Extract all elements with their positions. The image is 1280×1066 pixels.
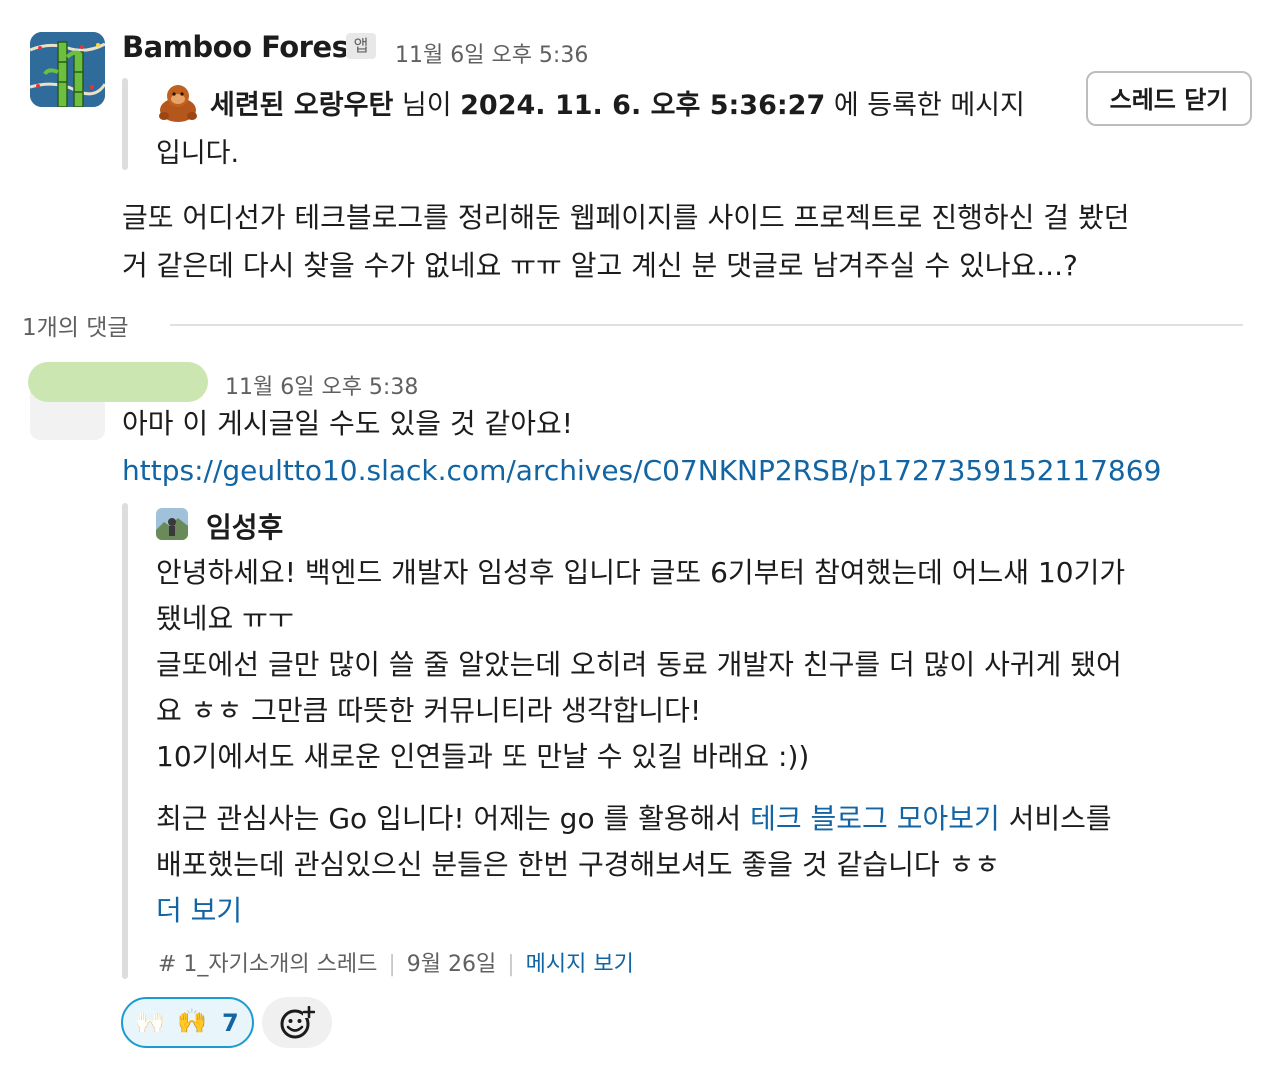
add-reaction-button[interactable] — [262, 997, 332, 1048]
quote-author[interactable]: 세련된 오랑우탄 — [210, 90, 393, 121]
unfurl-author[interactable]: 임성후 — [206, 506, 283, 546]
unfurl-line3: 글또에선 글만 많이 쓸 줄 알았는데 오히려 동료 개발자 친구를 더 많이 … — [156, 648, 1122, 681]
unfurl-line2: 됐네요 ㅠㅜ — [156, 602, 294, 635]
quote-line2: 입니다. — [156, 138, 240, 169]
unfurl-bar — [122, 503, 128, 979]
quote-bar — [122, 78, 128, 170]
bamboo-forest-avatar[interactable] — [30, 32, 105, 107]
redacted-name — [28, 362, 208, 402]
unfurl-line5: 10기에서도 새로운 인연들과 또 만날 수 있길 바래요 :)) — [156, 740, 810, 773]
unfurl-channel[interactable]: # 1_자기소개의 스레드 — [158, 952, 377, 977]
reaction-count: 7 — [222, 1009, 239, 1037]
reply-divider — [170, 324, 1243, 326]
quote-suffix: 에 등록한 메시지 — [825, 90, 1025, 121]
unfurl-line1: 안녕하세요! 백엔드 개발자 임성후 입니다 글또 6기부터 참여했는데 어느새… — [156, 556, 1126, 589]
reply-link[interactable]: https://geultto10.slack.com/archives/C07… — [122, 447, 1161, 495]
reaction-raised-hands[interactable]: 🙌🏻 🙌 7 — [121, 997, 254, 1048]
raised-hands-icon: 🙌 — [177, 1007, 207, 1035]
bamboo-logo-icon — [30, 32, 105, 107]
unfurl-line6-post: 서비스를 — [999, 802, 1112, 835]
show-more-link[interactable]: 더 보기 — [156, 887, 242, 935]
unfurl-line4: 요 ㅎㅎ 그만큼 따뜻한 커뮤니티라 생각합니다! — [156, 694, 702, 727]
tech-blog-link[interactable]: 테크 블로그 모아보기 — [750, 802, 1000, 835]
app-badge: 앱 — [346, 33, 376, 59]
orangutan-avatar-icon — [156, 80, 200, 124]
close-thread-button[interactable]: 스레드 닫기 — [1086, 71, 1252, 126]
meta-separator: | — [388, 952, 396, 977]
quote-date: 2024. 11. 6. 오후 5:36:27 — [460, 90, 826, 121]
message-timestamp[interactable]: 11월 6일 오후 5:36 — [395, 37, 588, 69]
reply-text: 아마 이 게시글일 수도 있을 것 같아요! — [122, 407, 574, 440]
unfurl-line6: 최근 관심사는 Go 입니다! 어제는 go 를 활용해서 테크 블로그 모아보… — [156, 795, 1112, 843]
reply-timestamp[interactable]: 11월 6일 오후 5:38 — [225, 369, 418, 401]
quote-middle: 님이 — [393, 90, 461, 121]
unfurl-date: 9월 26일 — [406, 952, 497, 977]
message-body-line1: 글또 어디선가 테크블로그를 정리해둔 웹페이지를 사이드 프로젝트로 진행하신… — [122, 201, 1130, 234]
unfurl-author-avatar[interactable] — [156, 508, 188, 540]
add-reaction-icon — [280, 1006, 315, 1039]
unfurl-meta: # 1_자기소개의 스레드 | 9월 26일 | 메시지 보기 — [158, 946, 634, 978]
sender-name[interactable]: Bamboo Forest — [122, 30, 362, 64]
meta-separator: | — [507, 952, 515, 977]
reply-count: 1개의 댓글 — [22, 315, 129, 341]
unfurl-line7: 배포했는데 관심있으신 분들은 한번 구경해보셔도 좋을 것 같습니다 ㅎㅎ — [156, 848, 1001, 881]
unfurl-line6-pre: 최근 관심사는 Go 입니다! 어제는 go 를 활용해서 — [156, 802, 751, 835]
raised-hands-light-icon: 🙌🏻 — [135, 1007, 165, 1035]
message-body-line2: 거 같은데 다시 찾을 수가 없네요 ㅠㅠ 알고 계신 분 댓글로 남겨주실 수… — [122, 249, 1078, 282]
quote-header: 세련된 오랑우탄 님이 2024. 11. 6. 오후 5:36:27 에 등록… — [210, 83, 1025, 122]
view-message-link[interactable]: 메시지 보기 — [526, 952, 634, 977]
